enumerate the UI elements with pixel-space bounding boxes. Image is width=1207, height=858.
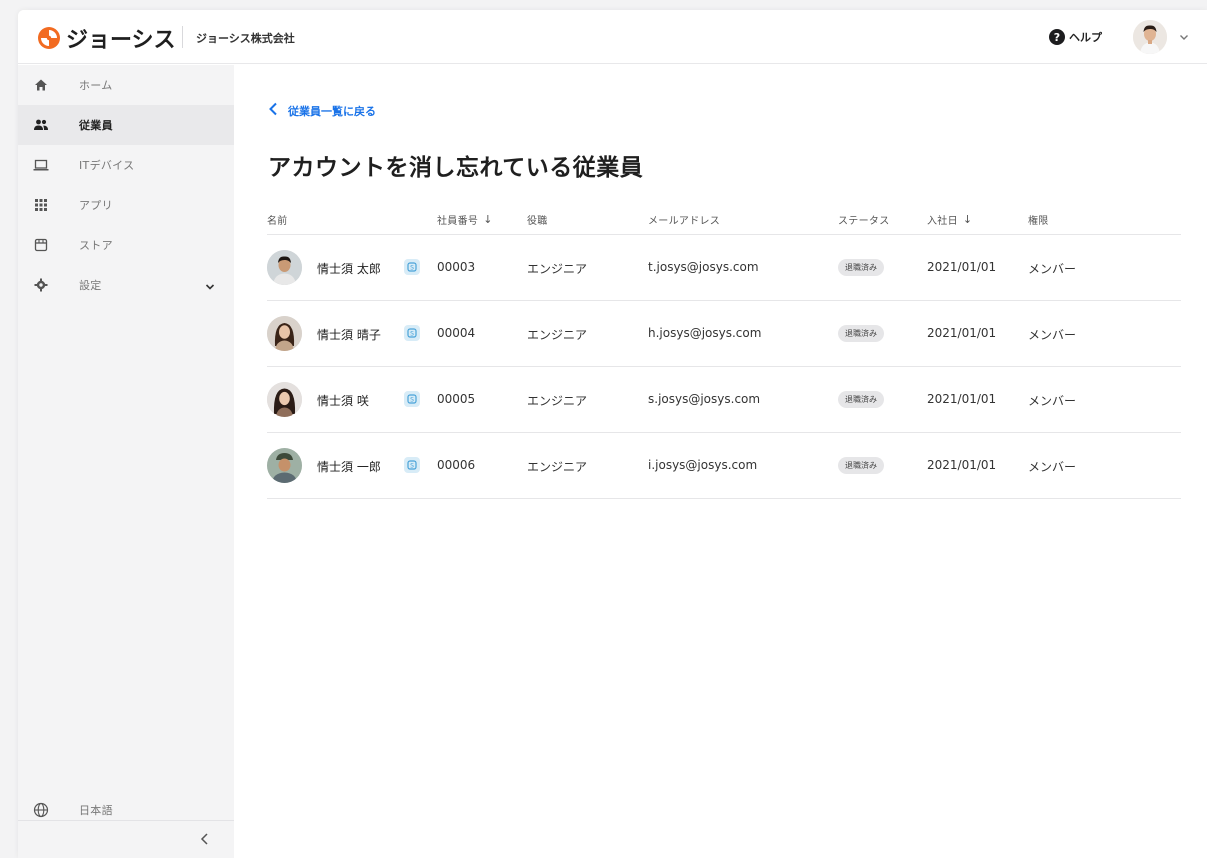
sidebar-item-label: ストア: [79, 239, 113, 252]
sidebar-item-label: 設定: [79, 279, 102, 292]
join-date: 2021/01/01: [927, 326, 997, 340]
svg-text:S: S: [410, 462, 414, 469]
help-label: ヘルプ: [1069, 31, 1102, 44]
help-icon: ?: [1049, 29, 1065, 45]
apps-grid-icon: [33, 197, 49, 213]
avatar: [267, 316, 302, 351]
company-name: ジョーシス株式会社: [196, 32, 295, 45]
laptop-icon: [33, 157, 49, 173]
people-icon: [33, 117, 49, 133]
column-header-employee-no[interactable]: 社員番号 ↓: [437, 212, 493, 227]
avatar: [267, 250, 302, 285]
avatar: [267, 382, 302, 417]
permission: メンバー: [1028, 328, 1077, 342]
account-app-icon: S: [404, 391, 420, 407]
page-title: アカウントを消し忘れている従業員: [268, 155, 644, 181]
employee-role: エンジニア: [527, 394, 588, 408]
sidebar-item-label: 従業員: [79, 119, 113, 132]
employee-number: 00005: [437, 392, 476, 406]
join-date: 2021/01/01: [927, 392, 997, 406]
sidebar-item-apps[interactable]: アプリ: [18, 185, 234, 225]
back-to-employees-link[interactable]: 従業員一覧に戻る: [268, 102, 376, 119]
column-header-email: メールアドレス: [648, 216, 721, 227]
employee-name: 情士須 咲: [317, 394, 369, 408]
employee-email: s.josys@josys.com: [648, 392, 761, 406]
account-chevron-down-icon[interactable]: [1178, 28, 1190, 47]
employee-number: 00003: [437, 260, 476, 274]
svg-text:S: S: [410, 264, 414, 271]
sidebar-item-label: ホーム: [79, 79, 113, 92]
table-row[interactable]: 情士須 晴子 S 00004 エンジニア h.josys@josys.com 退…: [267, 301, 1181, 367]
permission: メンバー: [1028, 394, 1077, 408]
column-header-role: 役職: [527, 216, 548, 227]
main-content: 従業員一覧に戻る アカウントを消し忘れている従業員 名前 社員番号 ↓ 役職 メー…: [234, 65, 1207, 858]
employee-role: エンジニア: [527, 460, 588, 474]
join-date: 2021/01/01: [927, 458, 997, 472]
collapse-sidebar-chevron-left-icon[interactable]: [198, 831, 212, 850]
employee-name: 情士須 晴子: [317, 328, 381, 342]
employee-email: i.josys@josys.com: [648, 458, 758, 472]
employee-number: 00006: [437, 458, 476, 472]
sidebar-item-settings[interactable]: 設定: [18, 265, 234, 305]
status-badge: 退職済み: [838, 391, 884, 408]
sidebar-item-employees[interactable]: 従業員: [18, 105, 234, 145]
svg-text:S: S: [410, 330, 414, 337]
table-header: 名前 社員番号 ↓ 役職 メールアドレス ステータス 入社日 ↓ 権限: [267, 205, 1181, 235]
sort-arrow-down-icon: ↓: [962, 213, 973, 226]
employee-name: 情士須 一郎: [317, 460, 381, 474]
status-badge: 退職済み: [838, 259, 884, 276]
column-header-status: ステータス: [838, 216, 890, 227]
avatar: [267, 448, 302, 483]
logo-mark-icon: [37, 26, 61, 50]
language-label: 日本語: [79, 804, 113, 817]
chevron-left-icon: [268, 102, 278, 119]
back-link-label: 従業員一覧に戻る: [288, 104, 376, 118]
chevron-down-icon[interactable]: [204, 278, 216, 297]
home-icon: [33, 77, 49, 93]
employee-number: 00004: [437, 326, 476, 340]
permission: メンバー: [1028, 262, 1077, 276]
header-divider: [182, 26, 183, 48]
permission: メンバー: [1028, 460, 1077, 474]
globe-icon: [33, 802, 49, 818]
table-row[interactable]: 情士須 太郎 S 00003 エンジニア t.josys@josys.com 退…: [267, 235, 1181, 301]
top-bar: ジョーシス ジョーシス株式会社 ? ヘルプ: [18, 10, 1207, 64]
employee-role: エンジニア: [527, 262, 588, 276]
account-app-icon: S: [404, 457, 420, 473]
sidebar-item-it-devices[interactable]: ITデバイス: [18, 145, 234, 185]
employee-email: h.josys@josys.com: [648, 326, 762, 340]
column-header-joined[interactable]: 入社日 ↓: [927, 212, 972, 227]
user-avatar[interactable]: [1133, 20, 1167, 54]
employee-name: 情士須 太郎: [317, 262, 381, 276]
sidebar-item-label: ITデバイス: [79, 159, 135, 172]
sidebar-item-home[interactable]: ホーム: [18, 65, 234, 105]
employee-table: 名前 社員番号 ↓ 役職 メールアドレス ステータス 入社日 ↓ 権限 情士須 太郎…: [267, 205, 1181, 499]
status-badge: 退職済み: [838, 457, 884, 474]
table-row[interactable]: 情士須 一郎 S 00006 エンジニア i.josys@josys.com 退…: [267, 433, 1181, 499]
sidebar-item-label: アプリ: [79, 199, 113, 212]
svg-text:S: S: [410, 396, 414, 403]
brand-logo[interactable]: ジョーシス: [37, 24, 176, 53]
gear-icon: [33, 277, 49, 293]
sort-arrow-down-icon: ↓: [483, 213, 493, 226]
employee-role: エンジニア: [527, 328, 588, 342]
join-date: 2021/01/01: [927, 260, 997, 274]
table-row[interactable]: 情士須 咲 S 00005 エンジニア s.josys@josys.com 退職…: [267, 367, 1181, 433]
sidebar: ホーム 従業員 ITデバイス アプリ ストア 設定 日本語: [18, 65, 234, 858]
column-header-name: 名前: [267, 216, 288, 227]
help-button[interactable]: ? ヘルプ: [1049, 29, 1102, 45]
app-window: ジョーシス ジョーシス株式会社 ? ヘルプ ホーム 従業員 ITデバイス アプリ…: [18, 10, 1207, 858]
store-icon: [33, 237, 49, 253]
account-app-icon: S: [404, 325, 420, 341]
sidebar-item-store[interactable]: ストア: [18, 225, 234, 265]
status-badge: 退職済み: [838, 325, 884, 342]
column-header-permission: 権限: [1028, 216, 1049, 227]
employee-email: t.josys@josys.com: [648, 260, 759, 274]
sidebar-footer: [18, 820, 234, 858]
logo-text: ジョーシス: [66, 28, 176, 53]
account-app-icon: S: [404, 259, 420, 275]
